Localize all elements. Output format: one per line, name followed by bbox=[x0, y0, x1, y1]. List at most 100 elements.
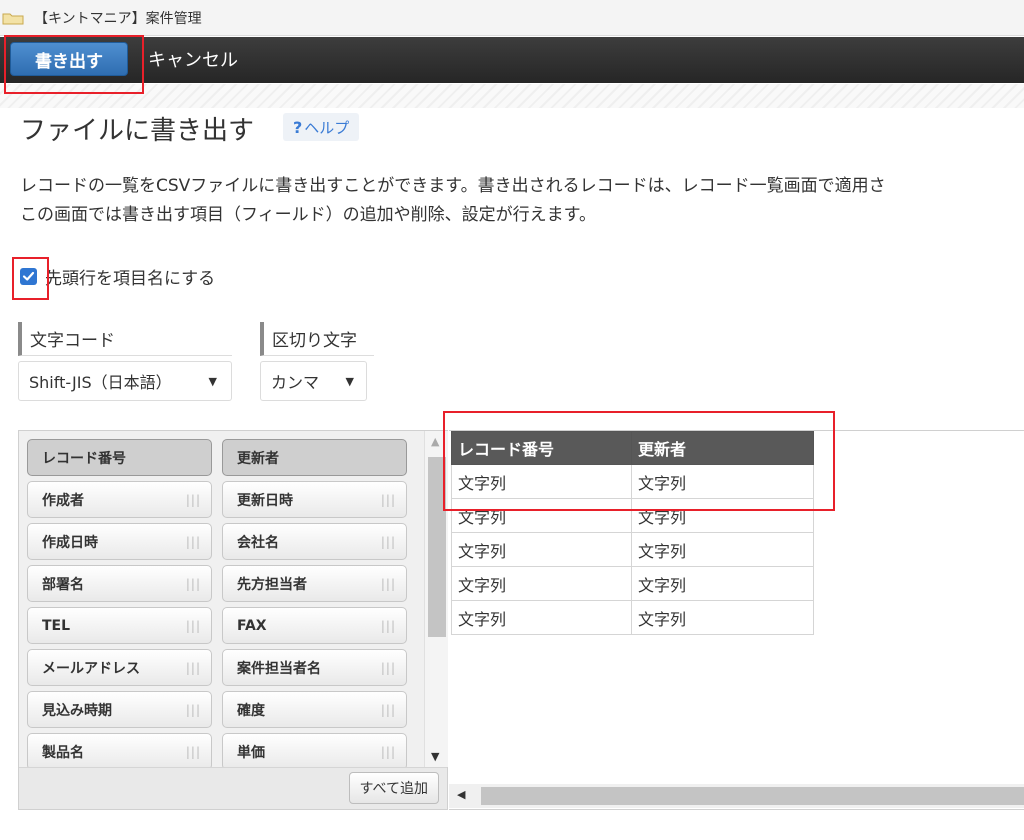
drag-handle-icon: ||| bbox=[185, 618, 201, 633]
field-chip-label: 先方担当者 bbox=[237, 576, 307, 593]
field-chip-label: 確度 bbox=[237, 702, 265, 719]
drag-handle-icon: ||| bbox=[185, 492, 201, 507]
preview-table: レコード番号 更新者 文字列 文字列 文字列 文字列 文字列 文字列 文字列 文… bbox=[451, 431, 814, 635]
encoding-select[interactable]: Shift-JIS（日本語） ▼ bbox=[18, 361, 232, 401]
field-chip-updated-at[interactable]: 更新日時 ||| bbox=[222, 481, 407, 518]
table-cell: 文字列 bbox=[451, 498, 632, 533]
drag-handle-icon: ||| bbox=[380, 660, 396, 675]
help-icon: ? bbox=[293, 117, 303, 137]
scroll-down-icon[interactable]: ▼ bbox=[431, 750, 439, 763]
column-header[interactable]: レコード番号 bbox=[451, 431, 632, 465]
delimiter-select[interactable]: カンマ ▼ bbox=[260, 361, 367, 401]
field-chip-product-name[interactable]: 製品名 ||| bbox=[27, 733, 212, 767]
field-chip-label: 作成者 bbox=[42, 492, 84, 509]
table-cell: 文字列 bbox=[631, 498, 814, 533]
folder-icon bbox=[2, 13, 24, 24]
field-chip-label: TEL bbox=[42, 617, 71, 634]
table-row: 文字列 文字列 bbox=[451, 532, 814, 567]
table-row: 文字列 文字列 bbox=[451, 566, 814, 601]
drag-handle-icon: ||| bbox=[185, 702, 201, 717]
field-chip-created-at[interactable]: 作成日時 ||| bbox=[27, 523, 212, 560]
field-list: レコード番号 作成者 ||| 作成日時 ||| 部署名 ||| TEL ||| メールア… bbox=[19, 431, 424, 767]
table-cell: 文字列 bbox=[631, 600, 814, 635]
delimiter-label: 区切り文字 bbox=[260, 322, 374, 356]
toolbar: 書き出す キャンセル bbox=[0, 37, 1024, 83]
field-chip-unit-price[interactable]: 単価 ||| bbox=[222, 733, 407, 767]
field-chip-department[interactable]: 部署名 ||| bbox=[27, 565, 212, 602]
table-cell: 文字列 bbox=[451, 532, 632, 567]
field-chip-record-number[interactable]: レコード番号 bbox=[27, 439, 212, 476]
drag-handle-icon: ||| bbox=[380, 702, 396, 717]
dropdown-arrow-icon: ▼ bbox=[208, 374, 217, 388]
field-chip-label: 作成日時 bbox=[42, 534, 98, 551]
page-description: レコードの一覧をCSVファイルに書き出すことができます。書き出されるレコードは、… bbox=[20, 172, 1024, 230]
page-title: ファイルに書き出す bbox=[20, 116, 255, 146]
toolbar-shadow-strip bbox=[0, 84, 1024, 108]
table-cell: 文字列 bbox=[451, 600, 632, 635]
field-chip-deal-owner[interactable]: 案件担当者名 ||| bbox=[222, 649, 407, 686]
field-chip-fax[interactable]: FAX ||| bbox=[222, 607, 407, 644]
table-cell: 文字列 bbox=[631, 464, 814, 499]
drag-handle-icon: ||| bbox=[185, 744, 201, 759]
table-row: 文字列 文字列 bbox=[451, 498, 814, 533]
export-preview: レコード番号 更新者 文字列 文字列 文字列 文字列 文字列 文字列 文字列 文… bbox=[449, 430, 1024, 810]
checkmark-icon bbox=[22, 271, 35, 281]
scroll-thumb[interactable] bbox=[428, 457, 446, 637]
help-link[interactable]: ? ヘルプ bbox=[283, 113, 360, 141]
dropdown-arrow-icon: ▼ bbox=[345, 374, 354, 388]
field-chip-label: 製品名 bbox=[42, 744, 84, 761]
field-chip-company[interactable]: 会社名 ||| bbox=[222, 523, 407, 560]
export-button[interactable]: 書き出す bbox=[10, 42, 128, 76]
drag-handle-icon: ||| bbox=[380, 618, 396, 633]
field-chip-label: 単価 bbox=[237, 744, 265, 761]
cancel-button[interactable]: キャンセル bbox=[148, 42, 238, 76]
field-chip-label: メールアドレス bbox=[42, 660, 140, 677]
field-chip-email[interactable]: メールアドレス ||| bbox=[27, 649, 212, 686]
field-chip-label: 案件担当者名 bbox=[237, 660, 321, 677]
window-titlebar: 【キントマニア】案件管理 bbox=[0, 0, 1024, 36]
table-row: 文字列 文字列 bbox=[451, 464, 814, 499]
field-chip-label: 部署名 bbox=[42, 576, 84, 593]
help-label: ヘルプ bbox=[304, 118, 350, 137]
field-palette: レコード番号 作成者 ||| 作成日時 ||| 部署名 ||| TEL ||| メールア… bbox=[18, 430, 448, 810]
add-all-button[interactable]: すべて追加 bbox=[348, 772, 439, 804]
drag-handle-icon: ||| bbox=[185, 576, 201, 591]
table-cell: 文字列 bbox=[631, 532, 814, 567]
preview-horizontal-scrollbar[interactable]: ◀ bbox=[449, 784, 1024, 808]
field-chip-probability[interactable]: 確度 ||| bbox=[222, 691, 407, 728]
drag-handle-icon: ||| bbox=[380, 492, 396, 507]
scroll-up-icon[interactable]: ▲ bbox=[431, 435, 439, 448]
drag-handle-icon: ||| bbox=[380, 534, 396, 549]
drag-handle-icon: ||| bbox=[380, 744, 396, 759]
field-chip-label: 会社名 bbox=[237, 534, 279, 551]
encoding-value: Shift-JIS（日本語） bbox=[29, 373, 172, 392]
table-cell: 文字列 bbox=[631, 566, 814, 601]
window-title: 【キントマニア】案件管理 bbox=[34, 10, 202, 27]
scroll-left-icon[interactable]: ◀ bbox=[457, 788, 465, 801]
table-cell: 文字列 bbox=[451, 464, 632, 499]
field-chip-label: 更新日時 bbox=[237, 492, 293, 509]
description-line: レコードの一覧をCSVファイルに書き出すことができます。書き出されるレコードは、… bbox=[20, 176, 886, 196]
table-cell: 文字列 bbox=[451, 566, 632, 601]
field-chip-creator[interactable]: 作成者 ||| bbox=[27, 481, 212, 518]
field-chip-tel[interactable]: TEL ||| bbox=[27, 607, 212, 644]
field-chip-updater[interactable]: 更新者 bbox=[222, 439, 407, 476]
field-chip-expected-period[interactable]: 見込み時期 ||| bbox=[27, 691, 212, 728]
column-header[interactable]: 更新者 bbox=[631, 431, 814, 465]
drag-handle-icon: ||| bbox=[185, 534, 201, 549]
field-chip-client-contact[interactable]: 先方担当者 ||| bbox=[222, 565, 407, 602]
header-row-label: 先頭行を項目名にする bbox=[45, 268, 216, 289]
header-row-checkbox[interactable] bbox=[20, 267, 37, 285]
field-chip-label: 更新者 bbox=[237, 450, 279, 467]
drag-handle-icon: ||| bbox=[185, 660, 201, 675]
scroll-thumb[interactable] bbox=[481, 787, 1024, 805]
delimiter-value: カンマ bbox=[271, 373, 320, 392]
encoding-label: 文字コード bbox=[18, 322, 232, 356]
table-row: 文字列 文字列 bbox=[451, 600, 814, 635]
drag-handle-icon: ||| bbox=[380, 576, 396, 591]
table-header-row: レコード番号 更新者 bbox=[451, 431, 814, 465]
field-chip-label: FAX bbox=[237, 617, 267, 634]
field-list-scrollbar[interactable]: ▲ ▼ bbox=[424, 431, 448, 767]
header-row-option: 先頭行を項目名にする bbox=[20, 262, 215, 290]
field-chip-label: レコード番号 bbox=[42, 450, 126, 467]
